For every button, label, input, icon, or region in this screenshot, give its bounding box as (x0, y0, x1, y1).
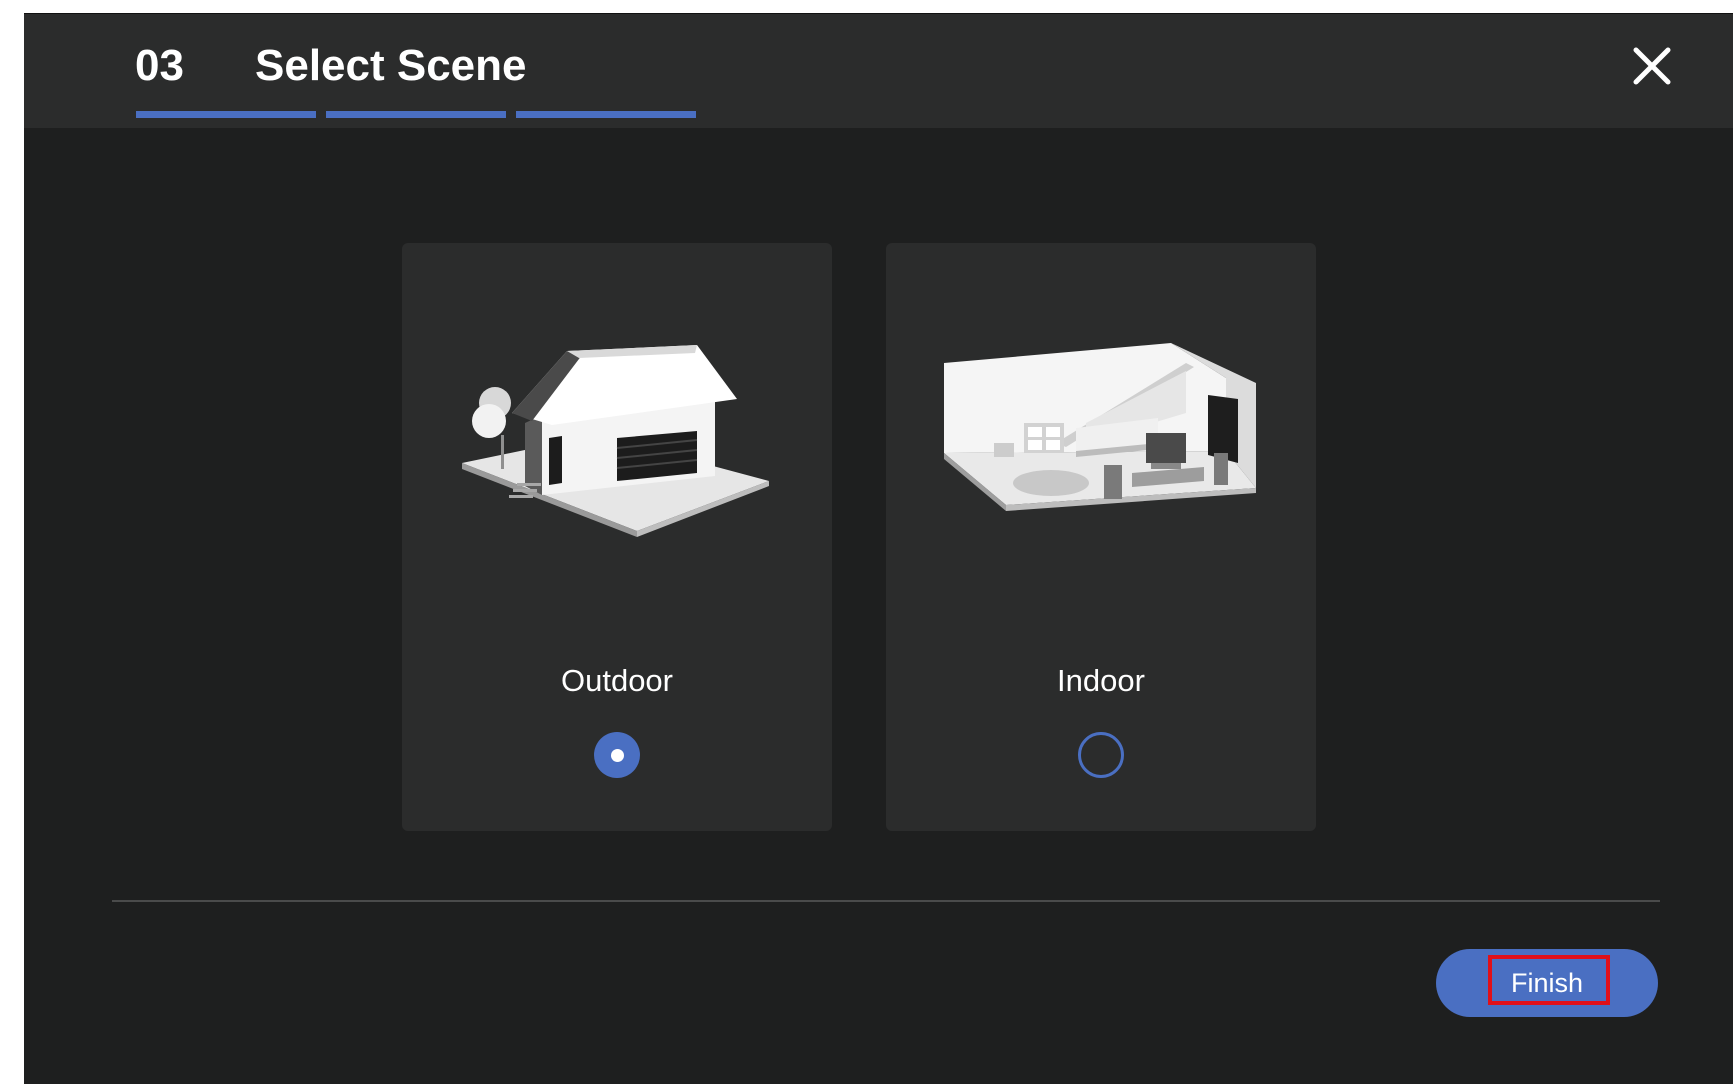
house-illustration-icon (457, 343, 777, 548)
select-scene-dialog: 03 Select Scene Outdoor Indoor Finish (24, 14, 1733, 1084)
scene-radio-indoor[interactable] (1078, 732, 1124, 778)
step-progress-segment-1 (136, 111, 316, 118)
scene-label-indoor: Indoor (1057, 663, 1145, 698)
room-illustration-icon (936, 343, 1266, 548)
step-progress-bar (136, 111, 696, 118)
scene-card-outdoor[interactable]: Outdoor (402, 243, 832, 831)
radio-selected-dot (610, 748, 624, 762)
page-title: Select Scene (255, 41, 527, 90)
step-number: 03 (135, 41, 184, 90)
footer-divider (112, 900, 1660, 902)
finish-button[interactable]: Finish (1436, 949, 1658, 1017)
scene-radio-outdoor[interactable] (594, 732, 640, 778)
step-progress-segment-3 (516, 111, 696, 118)
finish-button-label: Finish (1510, 968, 1584, 998)
scene-card-indoor[interactable]: Indoor (886, 243, 1316, 831)
step-progress-segment-2 (326, 111, 506, 118)
scene-label-outdoor: Outdoor (560, 663, 673, 698)
close-icon (1633, 47, 1671, 85)
close-button[interactable] (1632, 46, 1672, 86)
dialog-header: 03 Select Scene (24, 14, 1733, 128)
